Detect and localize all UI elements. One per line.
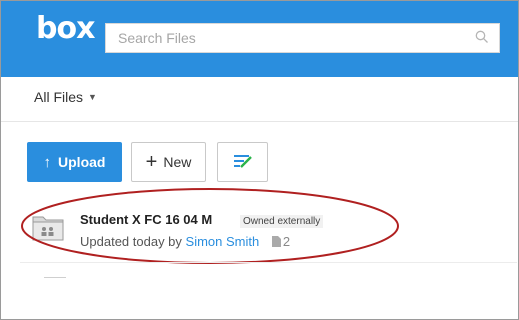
breadcrumb: All Files ▼ — [1, 77, 518, 122]
highlight-ellipse — [21, 188, 399, 264]
row-divider — [20, 262, 517, 263]
edit-icon — [232, 153, 254, 172]
upload-button[interactable]: ↑ Upload — [27, 142, 122, 182]
chevron-down-icon: ▼ — [88, 92, 97, 102]
top-bar: box — [1, 1, 518, 77]
breadcrumb-label: All Files — [34, 89, 84, 105]
upload-label: Upload — [58, 154, 106, 170]
search-box[interactable] — [105, 23, 500, 53]
plus-icon: + — [145, 151, 158, 173]
arrow-up-icon: ↑ — [43, 153, 52, 171]
all-files-dropdown[interactable]: All Files ▼ — [34, 89, 97, 105]
new-label: New — [163, 154, 192, 170]
search-input[interactable] — [106, 24, 478, 52]
box-logo[interactable]: box — [36, 11, 95, 46]
search-icon[interactable] — [475, 30, 489, 49]
next-row-placeholder — [44, 277, 66, 278]
edit-button[interactable] — [217, 142, 268, 182]
new-button[interactable]: + New — [131, 142, 206, 182]
